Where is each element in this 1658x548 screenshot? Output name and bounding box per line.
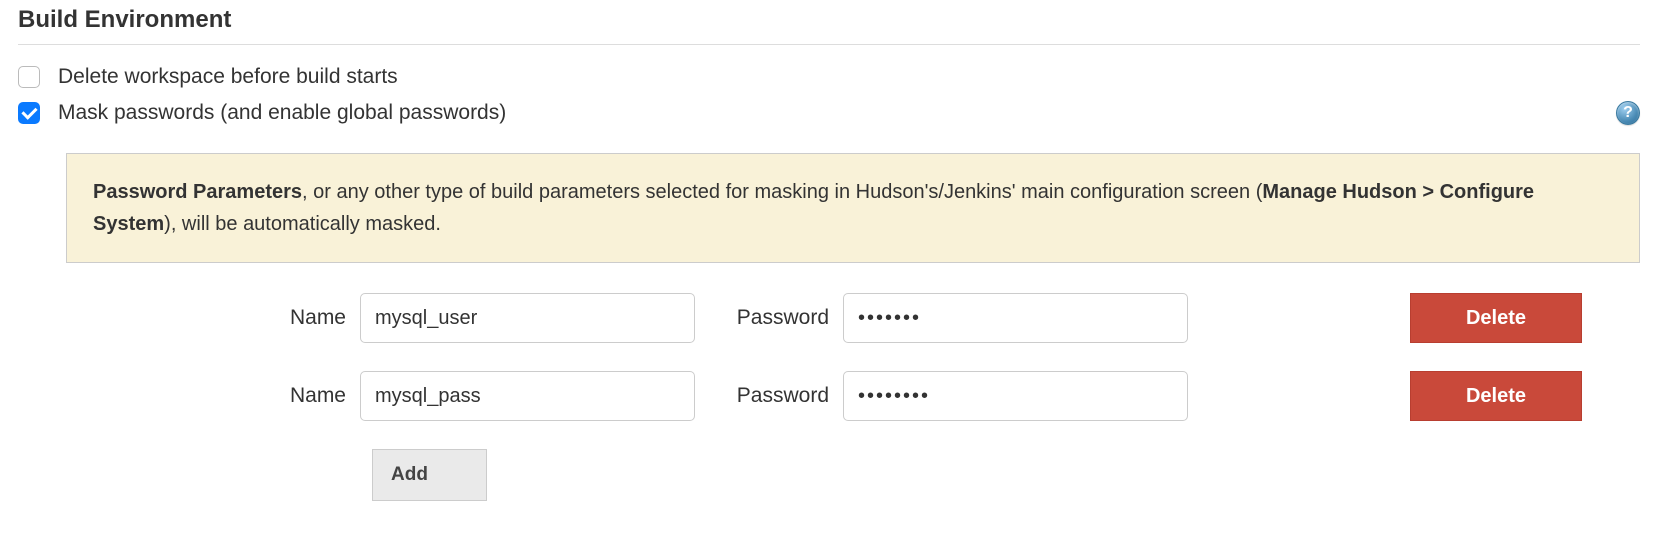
section-title: Build Environment — [18, 0, 1640, 45]
info-text-2: ), will be automatically masked. — [164, 213, 441, 235]
password-label: Password — [719, 384, 829, 408]
name-input[interactable] — [360, 293, 695, 343]
password-input[interactable] — [843, 371, 1188, 421]
delete-workspace-label: Delete workspace before build starts — [58, 65, 398, 89]
option-mask-passwords: Mask passwords (and enable global passwo… — [18, 95, 1640, 131]
delete-button[interactable]: Delete — [1410, 371, 1582, 421]
info-text-1: , or any other type of build parameters … — [302, 181, 1262, 203]
param-row: Name Password Delete — [66, 371, 1640, 421]
password-input[interactable] — [843, 293, 1188, 343]
option-delete-workspace: Delete workspace before build starts — [18, 59, 1640, 95]
info-box: Password Parameters, or any other type o… — [66, 153, 1640, 263]
name-label: Name — [66, 306, 346, 330]
name-label: Name — [66, 384, 346, 408]
mask-passwords-checkbox[interactable] — [18, 102, 40, 124]
password-params-area: Name Password Delete Name Password Delet… — [66, 293, 1640, 501]
add-button[interactable]: Add — [372, 449, 487, 501]
param-row: Name Password Delete — [66, 293, 1640, 343]
info-bold-1: Password Parameters — [93, 181, 302, 203]
name-input[interactable] — [360, 371, 695, 421]
mask-passwords-label: Mask passwords (and enable global passwo… — [58, 101, 506, 125]
delete-button[interactable]: Delete — [1410, 293, 1582, 343]
delete-workspace-checkbox[interactable] — [18, 66, 40, 88]
help-icon[interactable]: ? — [1616, 101, 1640, 125]
password-label: Password — [719, 306, 829, 330]
